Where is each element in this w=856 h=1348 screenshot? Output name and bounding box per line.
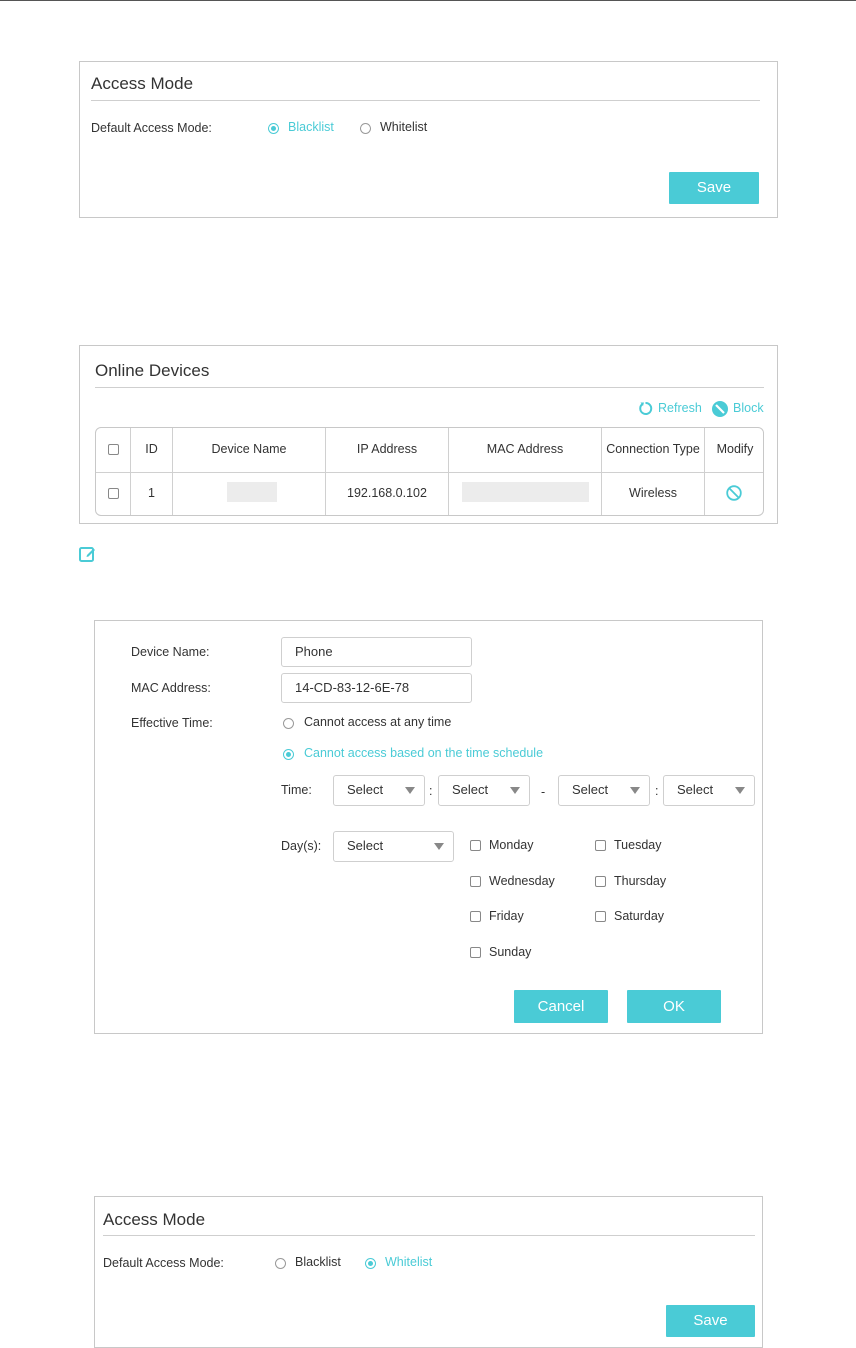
days-label: Day(s): — [281, 839, 322, 853]
thursday-label[interactable]: Thursday — [614, 874, 666, 888]
modify-block-icon[interactable] — [726, 485, 742, 501]
days-select[interactable]: Select — [333, 831, 454, 862]
time-label: Time: — [281, 783, 312, 797]
column-header-device-name: Device Name — [211, 442, 287, 456]
schedule-radio-label[interactable]: Cannot access based on the time schedule — [304, 746, 543, 760]
column-header-mac-address: MAC Address — [486, 442, 564, 456]
monday-label[interactable]: Monday — [489, 838, 533, 852]
access-mode-panel-whitelist: Access Mode Default Access Mode: Blackli… — [94, 1196, 763, 1348]
whitelist-radio[interactable] — [365, 1258, 376, 1269]
start-hour-select[interactable]: Select — [333, 775, 425, 806]
cancel-button[interactable]: Cancel — [514, 990, 608, 1023]
edit-icon — [79, 547, 95, 562]
wednesday-checkbox[interactable] — [470, 876, 481, 887]
blacklist-radio[interactable] — [268, 123, 279, 134]
ok-button[interactable]: OK — [627, 990, 721, 1023]
tuesday-label[interactable]: Tuesday — [614, 838, 661, 852]
blacklist-radio[interactable] — [275, 1258, 286, 1269]
mac-address-input[interactable]: 14-CD-83-12-6E-78 — [281, 673, 472, 703]
blacklist-radio-label[interactable]: Blacklist — [288, 120, 334, 134]
saturday-label[interactable]: Saturday — [614, 909, 664, 923]
refresh-icon — [639, 401, 653, 415]
whitelist-radio-label[interactable]: Whitelist — [385, 1255, 432, 1269]
tuesday-checkbox[interactable] — [595, 840, 606, 851]
whitelist-radio[interactable] — [360, 123, 371, 134]
access-mode-panel-blacklist: Access Mode Default Access Mode: Blackli… — [79, 61, 778, 218]
title-divider — [103, 1235, 755, 1236]
chevron-down-icon — [735, 787, 745, 794]
time-colon: : — [429, 784, 433, 798]
row-id: 1 — [148, 486, 155, 500]
thursday-checkbox[interactable] — [595, 876, 606, 887]
sunday-checkbox[interactable] — [470, 947, 481, 958]
chevron-down-icon — [630, 787, 640, 794]
column-header-ip-address: IP Address — [356, 442, 418, 456]
start-minute-select[interactable]: Select — [438, 775, 530, 806]
column-header-id: ID — [145, 442, 158, 456]
any-time-radio[interactable] — [283, 718, 294, 729]
friday-label[interactable]: Friday — [489, 909, 524, 923]
row-checkbox[interactable] — [108, 488, 119, 499]
mac-address-label: MAC Address: — [131, 681, 211, 695]
panel-title: Access Mode — [91, 74, 194, 93]
friday-checkbox[interactable] — [470, 911, 481, 922]
sunday-label[interactable]: Sunday — [489, 945, 531, 959]
effective-time-label: Effective Time: — [131, 716, 213, 730]
default-access-mode-label: Default Access Mode: — [103, 1256, 224, 1270]
select-all-checkbox[interactable] — [108, 444, 119, 455]
save-button[interactable]: Save — [669, 172, 759, 204]
title-divider — [95, 387, 764, 388]
select-value: Select — [572, 782, 609, 797]
device-name-input[interactable]: Phone — [281, 637, 472, 667]
online-devices-panel: Online Devices Refresh Block ID Device N… — [79, 345, 778, 524]
saturday-checkbox[interactable] — [595, 911, 606, 922]
column-header-modify: Modify — [716, 442, 754, 456]
devices-table: ID Device Name IP Address MAC Address Co… — [95, 427, 764, 516]
wednesday-label[interactable]: Wednesday — [489, 874, 555, 888]
device-name-label: Device Name: — [131, 645, 210, 659]
end-hour-select[interactable]: Select — [558, 775, 650, 806]
time-colon: : — [655, 784, 659, 798]
blacklist-radio-label[interactable]: Blacklist — [295, 1255, 341, 1269]
save-button[interactable]: Save — [666, 1305, 755, 1337]
block-icon — [712, 401, 728, 417]
panel-title: Access Mode — [103, 1210, 206, 1229]
any-time-radio-label[interactable]: Cannot access at any time — [304, 715, 451, 729]
row-connection-type: Wireless — [629, 486, 677, 500]
time-dash: - — [541, 785, 546, 799]
top-divider — [0, 0, 856, 1]
refresh-label: Refresh — [658, 401, 702, 415]
whitelist-radio-label[interactable]: Whitelist — [380, 120, 427, 134]
block-device-form-panel: Device Name: Phone MAC Address: 14-CD-83… — [94, 620, 763, 1034]
schedule-radio[interactable] — [283, 749, 294, 760]
block-label: Block — [733, 401, 764, 415]
chevron-down-icon — [434, 843, 444, 850]
column-header-connection-type: Connection Type — [606, 442, 700, 456]
chevron-down-icon — [405, 787, 415, 794]
select-value: Select — [347, 838, 384, 853]
mac-address-redacted — [462, 482, 589, 502]
chevron-down-icon — [510, 787, 520, 794]
monday-checkbox[interactable] — [470, 840, 481, 851]
device-name-redacted — [227, 482, 277, 502]
title-divider — [91, 100, 760, 101]
row-ip-address: 192.168.0.102 — [347, 486, 427, 500]
select-value: Select — [677, 782, 714, 797]
select-value: Select — [347, 782, 384, 797]
default-access-mode-label: Default Access Mode: — [91, 121, 212, 135]
panel-title: Online Devices — [95, 361, 210, 380]
select-value: Select — [452, 782, 489, 797]
end-minute-select[interactable]: Select — [663, 775, 755, 806]
